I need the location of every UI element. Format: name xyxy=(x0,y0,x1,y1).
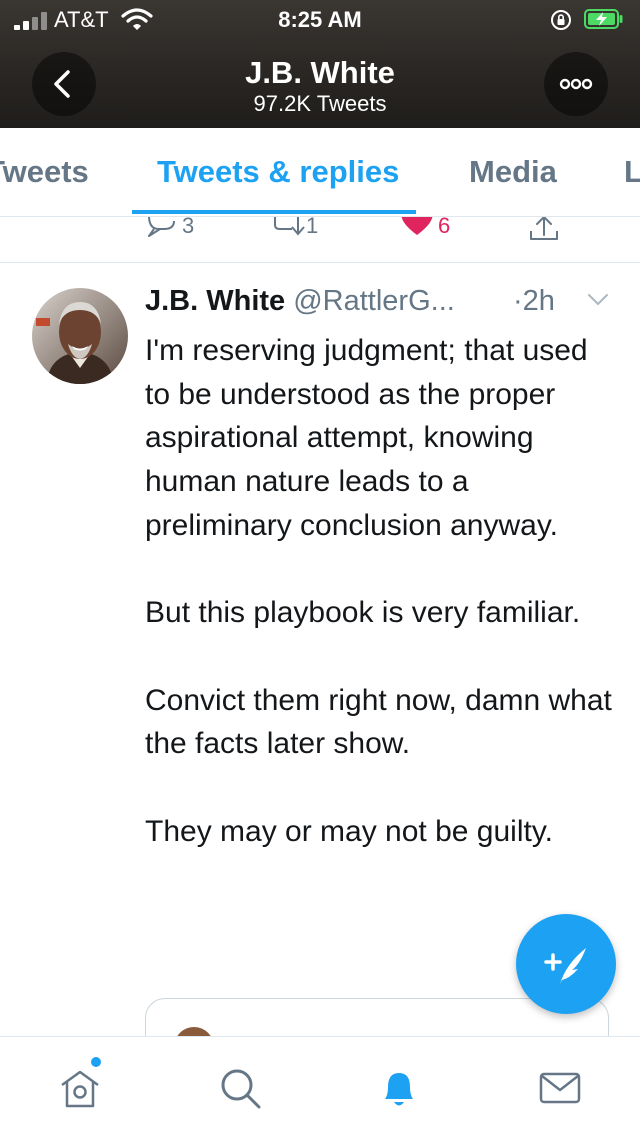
tweet-paragraph: I'm reserving judgment; that used to be … xyxy=(145,334,588,542)
tweet-paragraph: Convict them right now, damn what the fa… xyxy=(145,683,612,761)
more-options-button[interactable] xyxy=(544,52,608,116)
status-time: 8:25 AM xyxy=(278,7,362,32)
tab-tweets[interactable]: Tweets xyxy=(0,154,89,190)
messages-icon[interactable] xyxy=(537,1065,583,1111)
share-icon xyxy=(530,217,558,240)
retweet-icon xyxy=(274,217,305,236)
profile-header: AT&T 8:25 AM J.B. White 97.2K Tweets xyxy=(0,0,640,128)
profile-photo xyxy=(32,288,128,384)
tweet-paragraph: But this playbook is very familiar. xyxy=(145,596,581,630)
tweet-timestamp: ·2h xyxy=(513,285,555,317)
compose-tweet-button[interactable] xyxy=(516,914,616,1014)
heart-icon xyxy=(401,217,433,235)
profile-tabs: Tweets Tweets & replies Media L xyxy=(0,128,640,217)
reply-count: 3 xyxy=(182,217,195,238)
chevron-down-icon[interactable] xyxy=(587,293,609,307)
reply-icon xyxy=(148,217,175,237)
search-icon[interactable] xyxy=(217,1065,263,1111)
rotation-lock-icon xyxy=(551,10,571,30)
tab-media[interactable]: Media xyxy=(469,154,557,190)
tweet-header: J.B. White @RattlerG... ·2h xyxy=(145,285,615,318)
avatar[interactable] xyxy=(32,288,128,384)
like-count: 6 xyxy=(438,217,451,238)
home-new-content-dot xyxy=(91,1057,101,1067)
battery-charging-icon xyxy=(584,9,623,29)
status-bar: AT&T 8:25 AM xyxy=(0,0,640,40)
home-icon[interactable] xyxy=(57,1065,103,1111)
tweet-author-name[interactable]: J.B. White xyxy=(145,285,285,317)
bottom-navigation xyxy=(0,1036,640,1137)
previous-tweet-actions: 3 1 6 xyxy=(0,217,640,263)
tab-tweets-and-replies[interactable]: Tweets & replies xyxy=(157,154,399,190)
active-tab-indicator xyxy=(132,210,416,214)
compose-tweet-icon xyxy=(544,948,586,984)
more-horizontal-icon xyxy=(559,78,593,90)
tweet-paragraph: They may or may not be guilty. xyxy=(145,814,553,848)
notifications-icon[interactable] xyxy=(376,1065,422,1111)
tweet-text: I'm reserving judgment; that used to be … xyxy=(145,329,615,853)
tab-likes[interactable]: L xyxy=(624,154,640,190)
retweet-count: 1 xyxy=(306,217,319,238)
tweet-author-handle[interactable]: @RattlerG... xyxy=(293,285,455,317)
